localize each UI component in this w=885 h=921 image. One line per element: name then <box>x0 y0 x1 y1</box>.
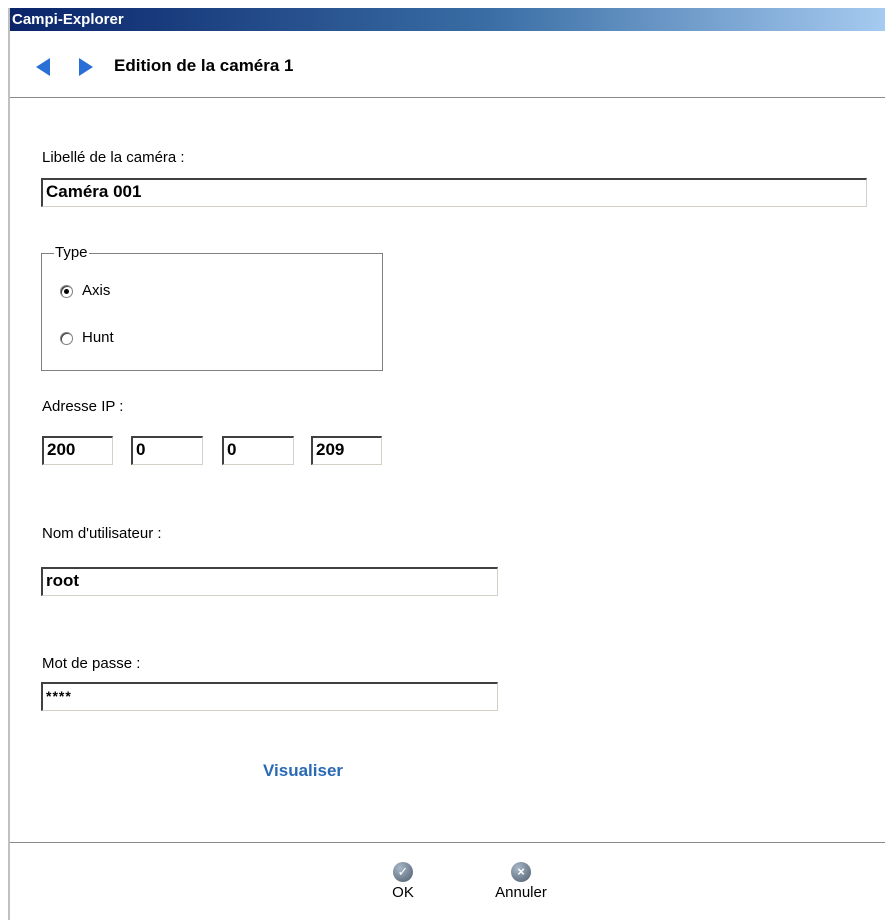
radio-axis-label: Axis <box>82 282 111 299</box>
camera-name-field[interactable]: Caméra 001 <box>41 178 867 207</box>
type-legend: Type <box>54 244 89 261</box>
page-title: Edition de la caméra 1 <box>114 56 294 75</box>
window-border <box>8 8 10 920</box>
ip-octet-3[interactable]: 0 <box>222 436 294 465</box>
ok-button-label: OK <box>392 884 414 901</box>
user-label: Nom d'utilisateur : <box>42 525 162 542</box>
ip-octet-2[interactable]: 0 <box>131 436 203 465</box>
check-icon: ✓ <box>393 862 413 882</box>
forward-arrow-icon[interactable] <box>79 58 93 76</box>
username-field[interactable]: root <box>41 567 498 596</box>
radio-hunt-label: Hunt <box>82 329 114 346</box>
password-label: Mot de passe : <box>42 655 141 672</box>
radio-hunt[interactable] <box>60 332 73 345</box>
ip-octet-4[interactable]: 209 <box>311 436 382 465</box>
nav-bar: Edition de la caméra 1 <box>10 31 885 98</box>
cancel-button[interactable]: × Annuler <box>486 862 556 901</box>
close-icon: × <box>511 862 531 882</box>
back-arrow-icon[interactable] <box>36 58 50 76</box>
ip-label: Adresse IP : <box>42 398 124 415</box>
cancel-button-label: Annuler <box>495 884 547 901</box>
ok-button[interactable]: ✓ OK <box>378 862 428 901</box>
action-bar: ✓ OK × Annuler <box>10 842 885 921</box>
type-groupbox <box>41 253 383 371</box>
window-title: Campi-Explorer <box>10 8 885 31</box>
password-field[interactable]: **** <box>41 682 498 711</box>
visualize-link[interactable]: Visualiser <box>263 761 343 781</box>
ip-octet-1[interactable]: 200 <box>42 436 113 465</box>
radio-axis[interactable] <box>60 285 73 298</box>
camera-label: Libellé de la caméra : <box>42 149 185 166</box>
